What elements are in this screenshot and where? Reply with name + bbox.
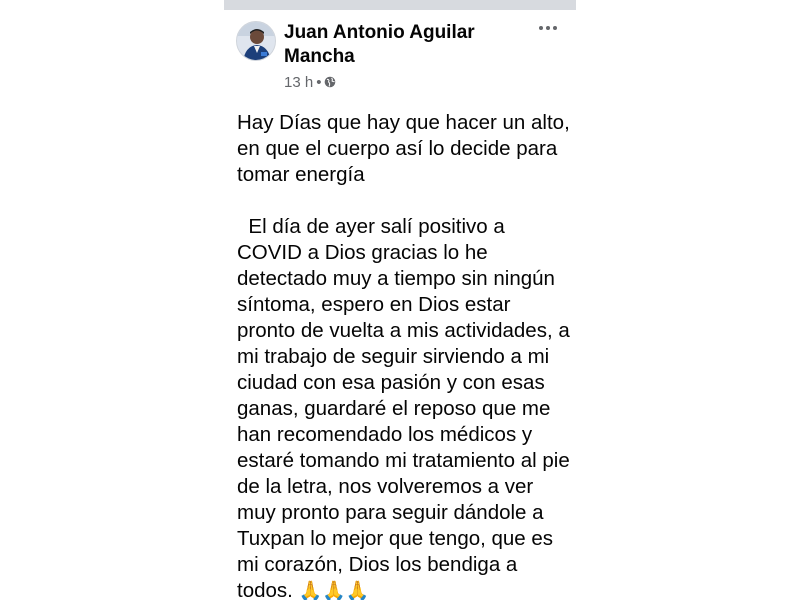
post-paragraph-2: El día de ayer salí positivo a COVID a D… (237, 214, 572, 600)
post-meta: 13 h • (284, 73, 336, 91)
facebook-post: Juan Antonio Aguilar Mancha 13 h • Hay D… (224, 0, 576, 600)
globe-icon (325, 76, 336, 88)
post-paragraph-2-text: El día de ayer salí positivo a COVID a D… (237, 215, 576, 600)
meta-separator: • (316, 73, 322, 91)
post-timestamp[interactable]: 13 h (284, 74, 313, 91)
post-body: Hay Días que hay que hacer un alto, en q… (237, 110, 572, 600)
post-author-name[interactable]: Juan Antonio Aguilar Mancha (284, 21, 514, 69)
avatar[interactable] (236, 21, 276, 61)
top-bar (224, 0, 576, 10)
post-paragraph-1: Hay Días que hay que hacer un alto, en q… (237, 111, 576, 186)
profile-photo (237, 22, 275, 60)
more-options-icon[interactable] (536, 20, 560, 36)
praying-hands-emoji: 🙏🙏🙏 (298, 581, 370, 600)
